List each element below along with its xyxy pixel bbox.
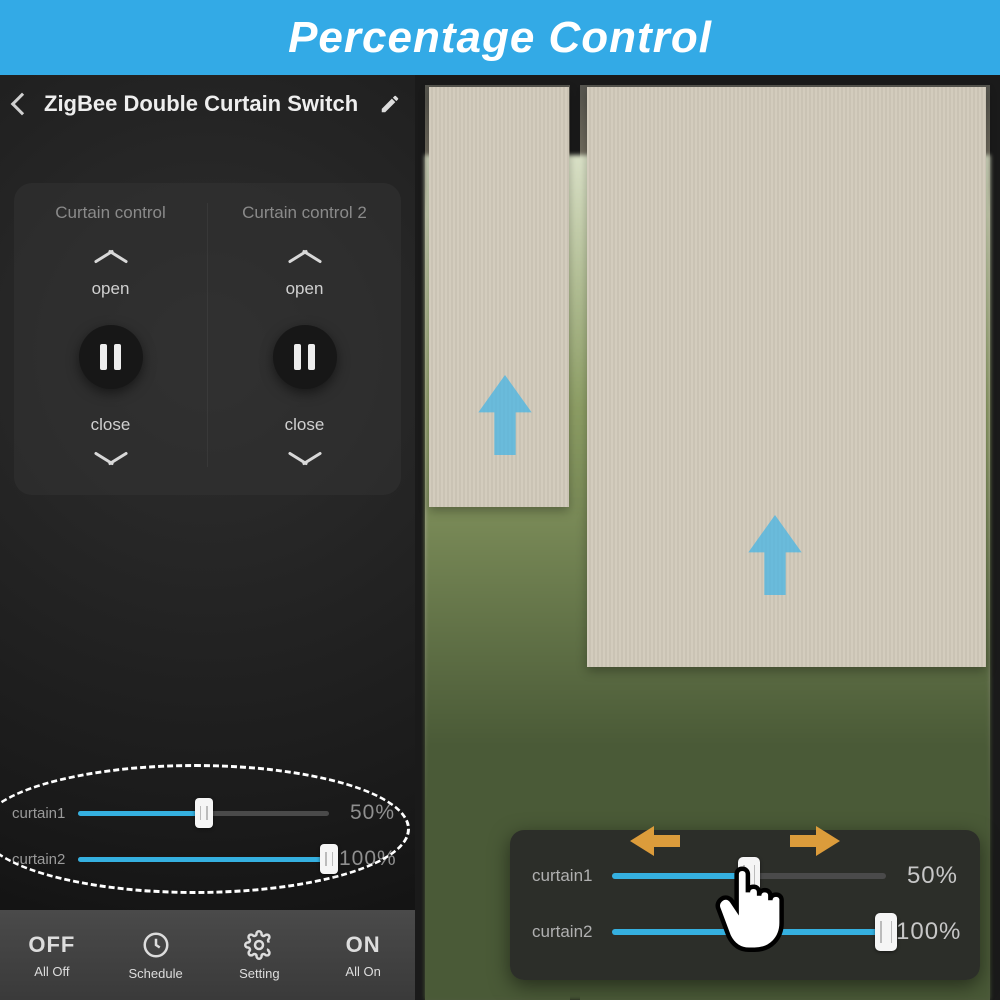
app-header: ZigBee Double Curtain Switch: [0, 75, 415, 133]
control-1-title: Curtain control: [55, 203, 166, 223]
hand-cursor-icon: [710, 862, 788, 952]
gear-icon: [244, 930, 274, 960]
app-panel: ZigBee Double Curtain Switch Curtain con…: [0, 75, 415, 1000]
control-2-title: Curtain control 2: [242, 203, 367, 223]
banner: Percentage Control: [0, 0, 1000, 75]
slider-2-thumb[interactable]: [320, 844, 338, 874]
close-label: close: [285, 415, 325, 435]
callout-slider-1-value: 50%: [896, 862, 958, 890]
schedule-button[interactable]: Schedule: [104, 910, 208, 1000]
back-icon[interactable]: [11, 93, 34, 116]
chevron-down-icon[interactable]: [91, 449, 131, 467]
chevron-down-icon[interactable]: [285, 449, 325, 467]
off-big-label: OFF: [28, 932, 75, 958]
banner-title: Percentage Control: [288, 13, 712, 63]
bottom-bar: OFF All Off Schedule Setting ON All On: [0, 910, 415, 1000]
slider-1-thumb[interactable]: [195, 798, 213, 828]
slider-2-fill: [78, 857, 329, 862]
close-label: close: [91, 415, 131, 435]
all-off-label: All Off: [34, 964, 69, 979]
chevron-up-icon[interactable]: [285, 247, 325, 265]
all-on-label: All On: [345, 964, 380, 979]
curtain-control-2: Curtain control 2 open close: [207, 203, 401, 467]
edit-icon[interactable]: [379, 93, 401, 115]
swipe-right-arrow-icon: [790, 826, 840, 856]
up-arrow-icon: [475, 375, 535, 455]
up-arrow-icon: [745, 515, 805, 595]
schedule-label: Schedule: [129, 966, 183, 981]
chevron-up-icon[interactable]: [91, 247, 131, 265]
slider-2-value: 100%: [339, 847, 395, 871]
all-on-button[interactable]: ON All On: [311, 910, 415, 1000]
setting-button[interactable]: Setting: [208, 910, 312, 1000]
callout-slider-1-label: curtain1: [532, 866, 602, 886]
callout-slider-2-thumb[interactable]: [875, 913, 897, 951]
all-off-button[interactable]: OFF All Off: [0, 910, 104, 1000]
callout-slider-2-label: curtain2: [532, 922, 602, 942]
open-label: open: [286, 279, 324, 299]
slider-1-track[interactable]: [78, 811, 329, 816]
slider-row-2: curtain2 100%: [12, 836, 395, 882]
open-label: open: [92, 279, 130, 299]
slider-area: curtain1 50% curtain2 100%: [0, 770, 415, 910]
photo-area: curtain1 50% curtain2 100%: [415, 75, 1000, 1000]
control-card: Curtain control open close Curtain contr…: [14, 183, 401, 495]
slider-2-track[interactable]: [78, 857, 329, 862]
pause-button-1[interactable]: [79, 325, 143, 389]
on-big-label: ON: [346, 932, 381, 958]
curtain-control-1: Curtain control open close: [14, 203, 207, 467]
setting-label: Setting: [239, 966, 279, 981]
callout-slider-2-value: 100%: [896, 918, 958, 946]
slider-1-label: curtain1: [12, 805, 68, 822]
callout-panel: curtain1 50% curtain2 100%: [510, 830, 980, 980]
page-title: ZigBee Double Curtain Switch: [44, 91, 369, 117]
slider-row-1: curtain1 50%: [12, 790, 395, 836]
slider-2-label: curtain2: [12, 851, 68, 868]
clock-icon: [141, 930, 171, 960]
slider-1-value: 50%: [339, 801, 395, 825]
swipe-left-arrow-icon: [630, 826, 680, 856]
slider-1-fill: [78, 811, 204, 816]
pause-button-2[interactable]: [273, 325, 337, 389]
